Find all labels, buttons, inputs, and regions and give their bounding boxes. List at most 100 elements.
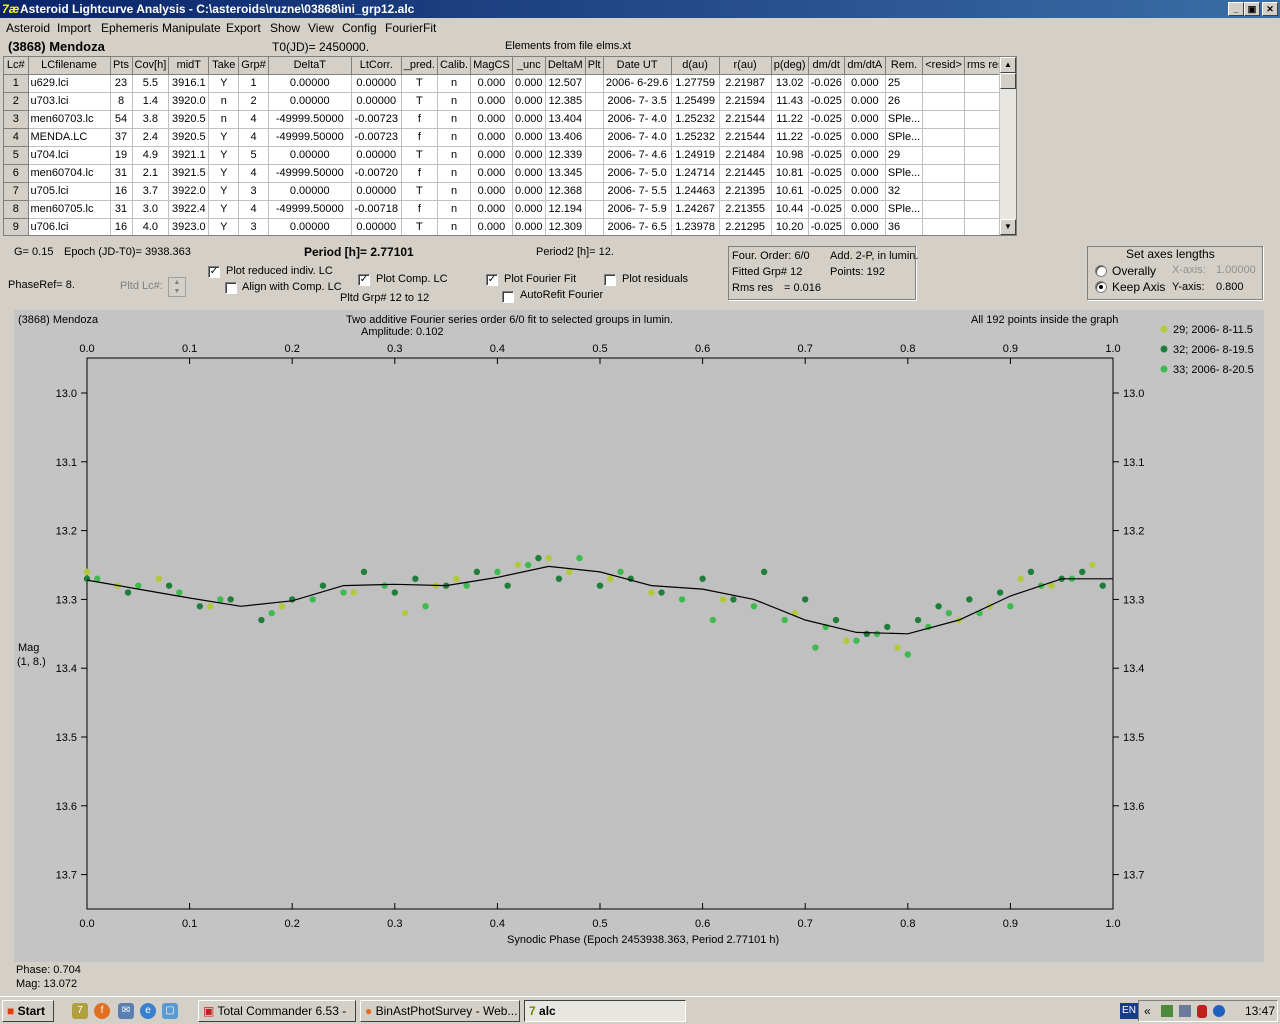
scroll-up-icon[interactable]: ▲ [1000, 57, 1016, 73]
table-cell[interactable]: 1.24463 [671, 182, 720, 201]
table-cell[interactable]: T [401, 182, 438, 201]
table-cell[interactable]: 0.000 [470, 92, 513, 111]
desktop-icon[interactable]: ▢ [162, 1003, 178, 1019]
table-cell[interactable]: 7 [4, 182, 29, 201]
table-cell[interactable]: 2 [4, 92, 29, 111]
column-header[interactable]: Take [208, 57, 240, 75]
table-cell[interactable]: -0.026 [808, 74, 845, 93]
table-cell[interactable]: 2.21544 [719, 128, 772, 147]
table-cell[interactable]: 2006- 7- 5.0 [603, 164, 672, 183]
table-cell[interactable] [585, 218, 604, 235]
table-cell[interactable]: SPle... [885, 200, 924, 219]
table-cell[interactable]: 2006- 7- 4.6 [603, 146, 672, 165]
menu-manipulate[interactable]: Manipulate [162, 21, 221, 35]
column-header[interactable]: dm/dtA [844, 57, 886, 75]
table-cell[interactable]: n [208, 92, 240, 111]
table-cell[interactable]: 3921.5 [168, 164, 210, 183]
table-cell[interactable]: -0.00723 [351, 110, 402, 129]
column-header[interactable]: LCfilename [28, 57, 111, 75]
table-cell[interactable]: 11.43 [771, 92, 809, 111]
column-header[interactable]: Pts [110, 57, 133, 75]
table-cell[interactable]: 5 [4, 146, 29, 165]
table-cell[interactable]: 12.385 [545, 92, 586, 111]
tray-expand-icon[interactable]: « [1144, 1004, 1151, 1018]
table-cell[interactable] [922, 200, 965, 219]
table-cell[interactable]: n [437, 182, 472, 201]
table-cell[interactable]: 2.1 [132, 164, 170, 183]
column-header[interactable]: DeltaM [545, 57, 586, 75]
lightcurve-table[interactable]: Lc# LCfilename Pts Cov[h] midT Take Grp# DeltaT… [3, 56, 1017, 236]
table-cell[interactable]: 0.000 [844, 110, 886, 129]
column-header[interactable]: LtCorr. [351, 57, 402, 75]
table-cell[interactable]: 31 [110, 164, 133, 183]
task-total-commander[interactable]: ▣ Total Commander 6.53 - ... [198, 1000, 356, 1022]
table-cell[interactable]: 0.000 [512, 200, 546, 219]
table-row[interactable]: 2 u703.lci 8 1.4 3920.0 n 2 0.00000 0.00000 Tn 0.0… [4, 92, 1007, 111]
task-binastphotsurvey[interactable]: ● BinAstPhotSurvey - Web... [360, 1000, 520, 1022]
table-cell[interactable]: 4 [238, 128, 269, 147]
table-cell[interactable]: 0.000 [512, 74, 546, 93]
table-cell[interactable]: Y [208, 128, 240, 147]
table-row[interactable]: 8 men60705.lc 31 3.0 3922.4 Y 4 -49999.50000 -0.… [4, 200, 1007, 219]
table-cell[interactable]: 3.7 [132, 182, 170, 201]
close-button[interactable]: ✕ [1262, 2, 1278, 16]
table-cell[interactable]: n [437, 218, 472, 235]
table-cell[interactable]: 12.309 [545, 218, 586, 235]
table-cell[interactable] [585, 164, 604, 183]
table-cell[interactable]: 1.24714 [671, 164, 720, 183]
table-cell[interactable]: 0.00000 [351, 146, 402, 165]
menu-view[interactable]: View [308, 21, 334, 35]
pltd-lc-spinner[interactable]: ▲ ▼ [168, 277, 186, 297]
table-cell[interactable]: f [401, 200, 438, 219]
column-header[interactable]: Calib. [437, 57, 472, 75]
y-axis-value[interactable]: 0.800 [1216, 281, 1244, 293]
table-cell[interactable]: 0.000 [512, 164, 546, 183]
table-cell[interactable]: men60704.lc [28, 164, 111, 183]
table-cell[interactable]: 5 [238, 146, 269, 165]
table-cell[interactable]: SPle... [885, 164, 924, 183]
table-cell[interactable]: 13.345 [545, 164, 586, 183]
table-cell[interactable]: 1.23978 [671, 218, 720, 235]
plot-residuals-checkbox[interactable] [604, 274, 616, 286]
table-cell[interactable]: T [401, 146, 438, 165]
table-cell[interactable]: 1 [238, 74, 269, 93]
table-cell[interactable]: 2.21445 [719, 164, 772, 183]
column-header[interactable]: Lc# [4, 57, 29, 75]
network-icon[interactable] [1161, 1005, 1173, 1017]
table-cell[interactable]: 3.8 [132, 110, 170, 129]
menu-ephemeris[interactable]: Ephemeris [101, 21, 158, 35]
mail-icon[interactable]: ✉ [118, 1003, 134, 1019]
table-cell[interactable]: f [401, 128, 438, 147]
table-cell[interactable]: n [437, 146, 472, 165]
table-cell[interactable]: -49999.50000 [268, 128, 352, 147]
table-cell[interactable]: 2006- 7- 6.5 [603, 218, 672, 235]
table-cell[interactable]: f [401, 164, 438, 183]
table-cell[interactable]: 0.000 [844, 182, 886, 201]
table-cell[interactable]: 0.00000 [268, 74, 352, 93]
table-cell[interactable]: 0.000 [844, 218, 886, 235]
table-cell[interactable]: 0.000 [470, 164, 513, 183]
menu-import[interactable]: Import [57, 21, 91, 35]
table-cell[interactable]: 1.25232 [671, 128, 720, 147]
table-cell[interactable]: 3920.5 [168, 110, 210, 129]
table-cell[interactable]: u629.lci [28, 74, 111, 93]
table-cell[interactable]: T [401, 218, 438, 235]
table-cell[interactable]: 2.21484 [719, 146, 772, 165]
table-row[interactable]: 6 men60704.lc 31 2.1 3921.5 Y 4 -49999.50000 -0.… [4, 164, 1007, 183]
table-cell[interactable]: 4.0 [132, 218, 170, 235]
column-header[interactable]: DeltaT [268, 57, 352, 75]
menu-asteroid[interactable]: Asteroid [6, 21, 50, 35]
table-cell[interactable]: 0.00000 [351, 218, 402, 235]
table-cell[interactable]: 2.21295 [719, 218, 772, 235]
table-cell[interactable]: Y [208, 182, 240, 201]
overally-radio[interactable] [1095, 265, 1107, 277]
table-cell[interactable]: 2 [238, 92, 269, 111]
column-header[interactable]: midT [168, 57, 210, 75]
table-cell[interactable]: -0.025 [808, 128, 845, 147]
table-row[interactable]: 1 u629.lci 23 5.5 3916.1 Y 1 0.00000 0.00000 Tn 0.… [4, 74, 1007, 93]
table-cell[interactable] [585, 146, 604, 165]
table-cell[interactable]: MENDA.LC [28, 128, 111, 147]
column-header[interactable]: Grp# [238, 57, 269, 75]
column-header[interactable]: Cov[h] [132, 57, 170, 75]
table-cell[interactable]: 1.25499 [671, 92, 720, 111]
